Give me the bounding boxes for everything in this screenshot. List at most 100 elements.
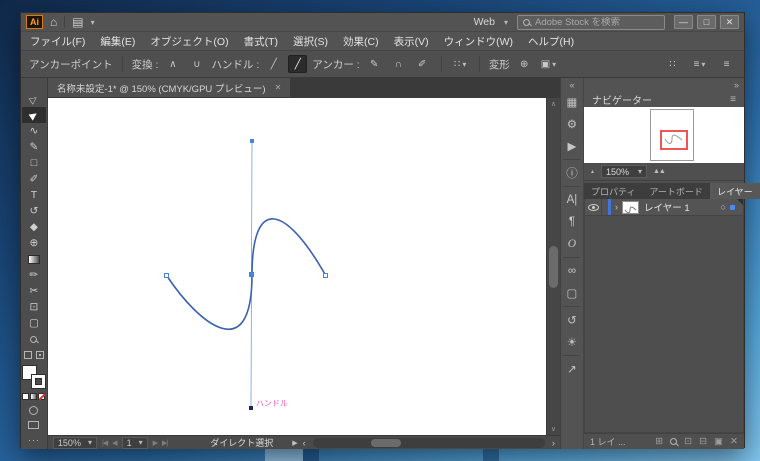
menu-window[interactable]: ウィンドウ(W) (444, 34, 513, 49)
links-icon[interactable]: ∞ (561, 260, 583, 282)
prev-artboard-icon[interactable]: ◀ (112, 439, 116, 447)
gears-icon[interactable]: ⚙ (561, 113, 583, 135)
home-icon[interactable]: ⌂ (50, 16, 57, 28)
clipping-mask-icon[interactable]: ⊡ (684, 436, 692, 447)
gradient-tool[interactable] (22, 251, 46, 267)
selection-indicator-dot[interactable] (730, 205, 735, 210)
edit-toolbar-button[interactable]: ··· (28, 435, 40, 445)
round-corner-button[interactable]: ∩ (389, 55, 408, 73)
layer-name[interactable]: レイヤー 1 (644, 200, 690, 214)
zoom-tool[interactable] (22, 331, 46, 347)
artboard-canvas[interactable]: ハンドル (48, 98, 546, 435)
horizontal-scrollbar-thumb[interactable] (371, 439, 401, 447)
control-bar-menu-icon[interactable]: ≡ (717, 55, 736, 73)
zoom-level-dropdown[interactable]: 150% ▾ (53, 437, 97, 449)
collapse-dock-icon[interactable]: « (569, 78, 574, 91)
constrain-proportions-button[interactable]: ⊕ (515, 55, 534, 73)
expand-dock-icon[interactable]: » (734, 80, 739, 90)
isolate-selection-button[interactable]: ▣ ▾ (539, 55, 558, 73)
vertical-scrollbar-thumb[interactable] (549, 246, 558, 288)
hide-handles-button[interactable]: ╱ (288, 55, 307, 73)
appearance-icon[interactable]: ☀ (561, 331, 583, 353)
bezier-path[interactable] (167, 219, 326, 329)
gradient-button[interactable] (30, 393, 37, 400)
info-icon[interactable]: ⓘ (561, 162, 583, 184)
close-button[interactable]: ✕ (720, 15, 739, 29)
layer-row[interactable]: › レイヤー 1 ○ (585, 199, 743, 216)
paragraph-icon[interactable]: ¶ (561, 211, 583, 233)
color-button[interactable] (22, 393, 29, 400)
touch-bar-icon[interactable]: ∷ (663, 55, 682, 73)
scroll-down-icon[interactable]: ∨ (551, 425, 556, 433)
target-circle-icon[interactable]: ○ (721, 202, 726, 212)
convert-to-smooth-button[interactable]: ∪ (187, 55, 206, 73)
navigator-panel-header[interactable]: ナビゲーター ≡ (584, 91, 744, 107)
transform-link[interactable]: 変形 (489, 57, 510, 72)
panel-menu-icon[interactable]: ≡ (730, 94, 736, 105)
none-button[interactable] (38, 393, 45, 400)
handle-endpoint-bottom[interactable] (249, 406, 253, 410)
align-button[interactable]: ≡ ▾ (690, 55, 709, 73)
free-transform-tool[interactable]: ⊡ (22, 299, 46, 315)
navigator-preview[interactable] (584, 107, 744, 163)
tab-artboards[interactable]: アートボード (642, 183, 709, 199)
document-tab[interactable]: 名称未設定-1* @ 150% (CMYK/GPU プレビュー) ✕ (48, 78, 290, 97)
direct-selection-tool[interactable]: ▶ (22, 107, 46, 123)
chevron-down-icon[interactable]: ▾ (91, 18, 95, 27)
workspace-label[interactable]: Web (474, 16, 495, 28)
pen-tool[interactable]: ✎ (22, 139, 46, 155)
chevron-down-icon[interactable]: ▾ (504, 18, 508, 27)
artboards-icon[interactable]: ▢ (561, 282, 583, 304)
menu-view[interactable]: 表示(V) (394, 34, 429, 49)
menu-effect[interactable]: 効果(C) (343, 34, 379, 49)
collect-for-export-icon[interactable]: ⊞ (655, 436, 663, 447)
navigator-zoom-dropdown[interactable]: 150% ▾ (601, 165, 647, 178)
convert-to-corner-button[interactable]: ∧ (163, 55, 182, 73)
menu-help[interactable]: ヘルプ(H) (528, 34, 574, 49)
add-anchor-button[interactable]: ✎ (365, 55, 384, 73)
adobe-stock-search[interactable] (517, 15, 665, 30)
select-similar-button[interactable]: ∷ ▾ (451, 55, 470, 73)
handle-endpoint-top[interactable] (250, 139, 254, 143)
scissors-tool[interactable]: ✂ (22, 283, 46, 299)
character-icon[interactable]: A| (561, 189, 583, 211)
horizontal-scrollbar[interactable] (313, 438, 545, 448)
show-handles-button[interactable]: ╱ (264, 55, 283, 73)
layers-empty-area[interactable] (585, 216, 743, 432)
first-artboard-icon[interactable]: |◀ (102, 439, 107, 447)
scroll-left-icon[interactable]: ‹ (303, 438, 306, 448)
menu-select[interactable]: 選択(S) (293, 34, 328, 49)
arrange-documents-icon[interactable]: ▤ (72, 16, 83, 28)
drawing-mode-icon[interactable] (29, 406, 38, 415)
menu-object[interactable]: オブジェクト(O) (150, 34, 228, 49)
pencil-tool[interactable]: ✏ (22, 267, 46, 283)
tab-close-icon[interactable]: ✕ (275, 83, 282, 92)
layer-thumbnail[interactable] (622, 201, 639, 214)
menu-type[interactable]: 書式(T) (244, 34, 278, 49)
maximize-button[interactable]: □ (697, 15, 716, 29)
export-icon[interactable]: ↗ (561, 358, 583, 380)
navigator-zoom-out-icon[interactable]: ▲ (590, 169, 595, 175)
scroll-up-icon[interactable]: ∧ (551, 100, 556, 108)
navigator-zoom-in-icon[interactable]: ▲▲ (653, 168, 665, 175)
screen-mode-icon[interactable] (28, 421, 39, 429)
shape-builder-tool[interactable]: ⊕ (22, 235, 46, 251)
next-artboard-icon[interactable]: ▶ (153, 439, 157, 447)
anchor-tools-button[interactable]: ✐ (413, 55, 432, 73)
anchor-point-left[interactable] (164, 273, 169, 278)
actions-play-icon[interactable]: ▶ (561, 135, 583, 157)
rotate-tool[interactable]: ↺ (22, 203, 46, 219)
anchor-point-right[interactable] (323, 273, 328, 278)
eraser-tool[interactable]: ◆ (22, 219, 46, 235)
expand-layer-icon[interactable]: › (615, 202, 618, 212)
artboard-number-dropdown[interactable]: 1 ▾ (122, 437, 148, 449)
menu-edit[interactable]: 編集(E) (100, 34, 135, 49)
minimize-button[interactable]: — (674, 15, 693, 29)
stroke-swatch[interactable] (32, 375, 45, 388)
tab-layers[interactable]: レイヤー (710, 183, 760, 199)
visibility-cell[interactable] (585, 199, 602, 215)
menu-file[interactable]: ファイル(F) (30, 34, 85, 49)
selection-tool[interactable]: ▷ (22, 91, 46, 107)
rectangle-tool[interactable]: □ (22, 155, 46, 171)
scroll-right-icon[interactable]: › (552, 438, 555, 448)
